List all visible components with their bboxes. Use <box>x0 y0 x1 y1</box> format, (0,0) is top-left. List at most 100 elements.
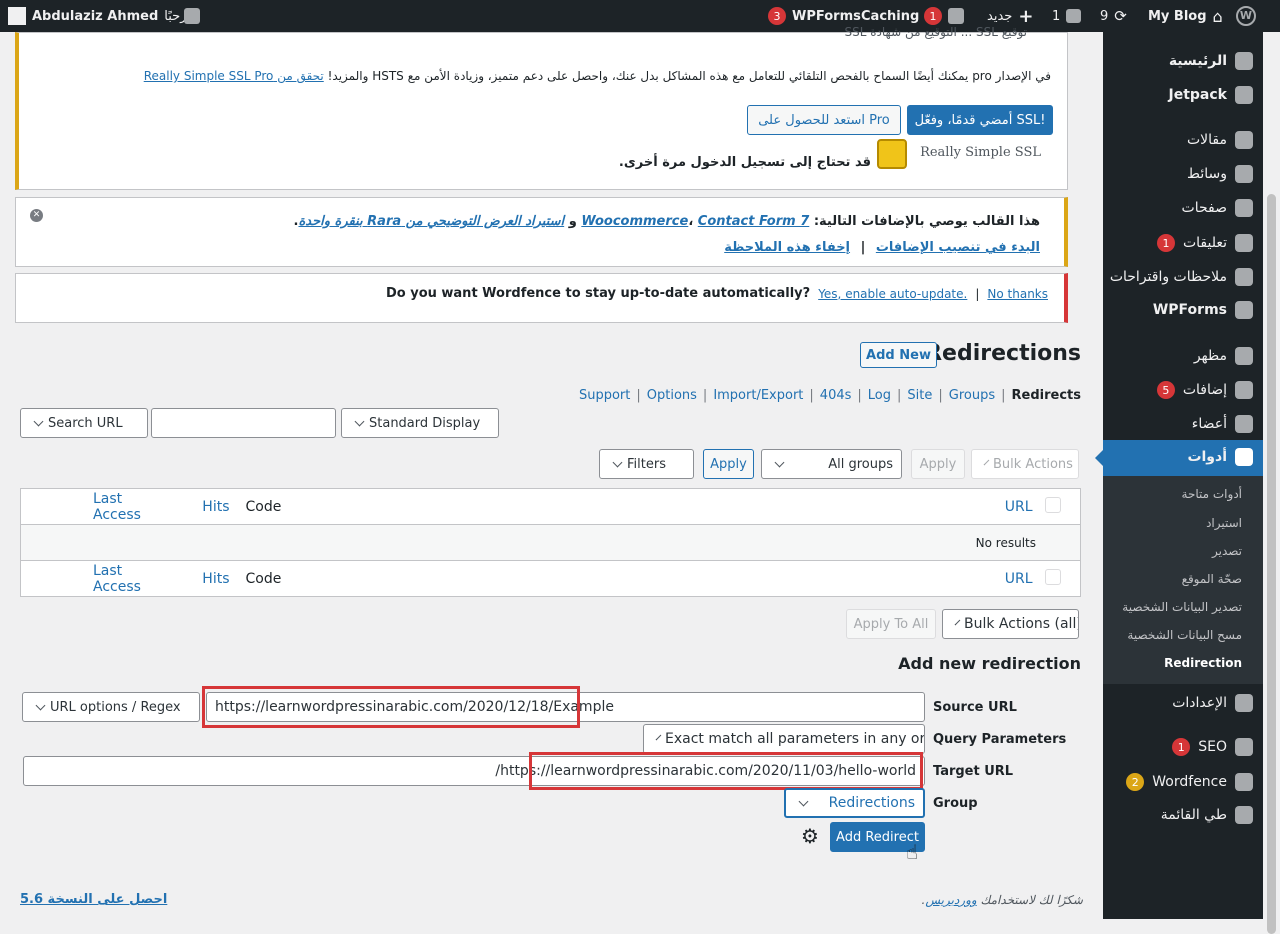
yoast-count: 1 <box>924 7 942 25</box>
search-type-select[interactable]: Search URL <box>20 408 148 438</box>
no-thanks-link[interactable]: No thanks <box>987 287 1048 301</box>
subnav-groups[interactable]: Groups <box>949 388 995 403</box>
enable-autoupdate-link[interactable]: Yes, enable auto-update. <box>818 287 967 301</box>
site-menu[interactable]: My Blog ⌂ <box>1148 0 1223 32</box>
apply-to-all-button[interactable]: Apply To All <box>846 609 936 639</box>
source-url-label: Source URL <box>933 700 1017 715</box>
footer-version[interactable]: احصل على النسخة 5.6 <box>20 892 167 907</box>
sidebar-item-12[interactable]: الإعدادات <box>1103 688 1253 718</box>
search-input[interactable] <box>151 408 336 438</box>
cf7-link[interactable]: Contact Form 7 <box>698 214 810 229</box>
hits-link[interactable]: Hits <box>202 499 229 515</box>
no-results: No results <box>20 524 1081 561</box>
col-last-access[interactable]: Last Access <box>20 488 146 525</box>
submenu-import[interactable]: استيراد <box>1102 516 1242 530</box>
sidebar-item-11[interactable]: أدوات <box>1103 442 1253 472</box>
subnav-support[interactable]: Support <box>579 388 630 403</box>
source-url-input[interactable]: https://learnwordpressinarabic.com/2020/… <box>206 692 925 722</box>
notes-icon[interactable] <box>184 0 200 32</box>
sidebar-item-10[interactable]: أعضاء <box>1103 409 1253 439</box>
subnav-redirects[interactable]: Redirects <box>1012 388 1081 403</box>
hits-link[interactable]: Hits <box>202 571 229 587</box>
group-value: Redirections <box>828 795 915 811</box>
sidebar-item-label: الإعدادات <box>1172 695 1227 711</box>
apply-filter-button[interactable]: Apply <box>703 449 754 479</box>
sidebar-item-2[interactable]: مقالات <box>1103 125 1253 155</box>
version-link[interactable]: احصل على النسخة 5.6 <box>20 892 167 907</box>
col-url[interactable]: URL <box>325 488 1045 525</box>
sidebar-item-9[interactable]: 5 إضافات <box>1103 375 1253 405</box>
get-pro-button[interactable]: استعد للحصول على Pro <box>747 105 901 135</box>
subnav-log[interactable]: Log <box>868 388 891 403</box>
site-name: My Blog <box>1148 8 1207 24</box>
dismiss-icon[interactable]: ✕ <box>30 209 43 222</box>
group-filter-select[interactable]: All groups <box>761 449 902 479</box>
col-url-foot[interactable]: URL <box>325 560 1045 597</box>
sidebar-item-14[interactable]: 2 Wordfence <box>1103 767 1253 797</box>
yoast-icon <box>1235 738 1253 756</box>
bulk-all-select[interactable]: Bulk Actions (all) <box>942 609 1079 639</box>
select-all-checkbox-foot[interactable] <box>1044 560 1081 597</box>
subnav-options[interactable]: Options <box>647 388 697 403</box>
page-scrollbar[interactable] <box>1263 32 1280 934</box>
subnav-import-export[interactable]: Import/Export <box>713 388 803 403</box>
select-all-checkbox[interactable] <box>1044 488 1081 525</box>
install-plugins-link[interactable]: البدء في تنصيب الإضافات <box>876 240 1040 255</box>
last-access-link[interactable]: Last Access <box>93 563 141 595</box>
submenu-available-tools[interactable]: أدوات متاحة <box>1102 487 1242 501</box>
jetpack-icon <box>1235 86 1253 104</box>
col-hits[interactable]: Hits <box>145 488 246 525</box>
ssl-pro-link[interactable]: تحقق من Really Simple SSL Pro <box>144 69 324 83</box>
woocommerce-link[interactable]: Woocommerce <box>581 214 688 229</box>
col-hits-foot[interactable]: Hits <box>145 560 246 597</box>
sidebar-item-1[interactable]: Jetpack <box>1103 80 1253 110</box>
subnav-separator: | <box>897 388 902 403</box>
submenu-erase-personal[interactable]: مسح البيانات الشخصية <box>1102 628 1242 642</box>
sidebar-item-label: أدوات <box>1187 449 1227 465</box>
wordpress-logo-icon[interactable]: W <box>1236 0 1256 32</box>
sidebar-item-15[interactable]: طي القائمة <box>1103 800 1253 830</box>
query-params-select[interactable]: Exact match all parameters in any order <box>643 724 925 754</box>
add-new-button[interactable]: Add New <box>860 342 937 368</box>
sidebar-item-0[interactable]: الرئيسية <box>1103 46 1253 76</box>
updates-menu[interactable]: 9 ⟳ <box>1100 0 1127 32</box>
url-link[interactable]: URL <box>1005 499 1033 515</box>
dismiss-notice-link[interactable]: إخفاء هذه الملاحظة <box>724 240 850 255</box>
comments-icon <box>1235 234 1253 252</box>
filters-select[interactable]: Filters <box>599 449 694 479</box>
sidebar-item-5[interactable]: 1 تعليقات <box>1103 228 1253 258</box>
wordfence-icon <box>1235 773 1253 791</box>
chevron-down-icon <box>33 416 44 426</box>
url-link[interactable]: URL <box>1005 571 1033 587</box>
group-select[interactable]: Redirections <box>784 788 925 818</box>
ssl-pro-desc: في الإصدار pro يمكنك أيضًا السماح بالفحص… <box>327 69 1051 83</box>
user-account[interactable]: Abdulaziz Ahmed مرحبًا، <box>8 0 199 32</box>
sidebar-item-8[interactable]: مظهر <box>1103 341 1253 371</box>
sidebar-item-7[interactable]: WPForms <box>1103 295 1253 325</box>
url-options-select[interactable]: URL options / Regex <box>22 692 200 722</box>
submenu-export-personal[interactable]: تصدير البيانات الشخصية <box>1102 600 1242 614</box>
sidebar-item-label: Jetpack <box>1168 87 1227 103</box>
gear-icon[interactable]: ⚙ <box>801 826 819 846</box>
display-select[interactable]: Standard Display <box>341 408 499 438</box>
subnav-404s[interactable]: 404s <box>820 388 852 403</box>
sidebar-item-4[interactable]: صفحات <box>1103 193 1253 223</box>
sidebar-item-6[interactable]: ملاحظات واقتراحات <box>1103 262 1253 292</box>
col-last-access-foot[interactable]: Last Access <box>20 560 146 597</box>
import-demo-link[interactable]: استيراد العرض التوضيحي من Rara بنقرة واح… <box>298 214 564 229</box>
sidebar-item-3[interactable]: وسائط <box>1103 159 1253 189</box>
submenu-redirection[interactable]: Redirection <box>1102 656 1242 670</box>
pin-icon <box>1235 131 1253 149</box>
target-url-input[interactable]: https://learnwordpressinarabic.com/2020/… <box>23 756 925 786</box>
activate-ssl-button[interactable]: أمضي قدمًا، وفعّل SSL! <box>907 105 1053 135</box>
apply-bulk-button[interactable]: Apply <box>911 449 965 479</box>
relogin-text: قد تحتاج إلى تسجيل الدخول مرة أخرى. <box>618 155 871 170</box>
submenu-site-health[interactable]: صحّة الموقع <box>1102 572 1242 586</box>
sidebar-item-13[interactable]: 1 SEO <box>1103 732 1253 762</box>
bulk-actions-select[interactable]: Bulk Actions <box>971 449 1079 479</box>
last-access-link[interactable]: Last Access <box>93 491 141 523</box>
comments-menu[interactable]: 1 <box>1052 0 1082 32</box>
wordpress-link[interactable]: ووردبريس <box>925 893 976 907</box>
submenu-export[interactable]: تصدير <box>1102 544 1242 558</box>
subnav-site[interactable]: Site <box>907 388 932 403</box>
